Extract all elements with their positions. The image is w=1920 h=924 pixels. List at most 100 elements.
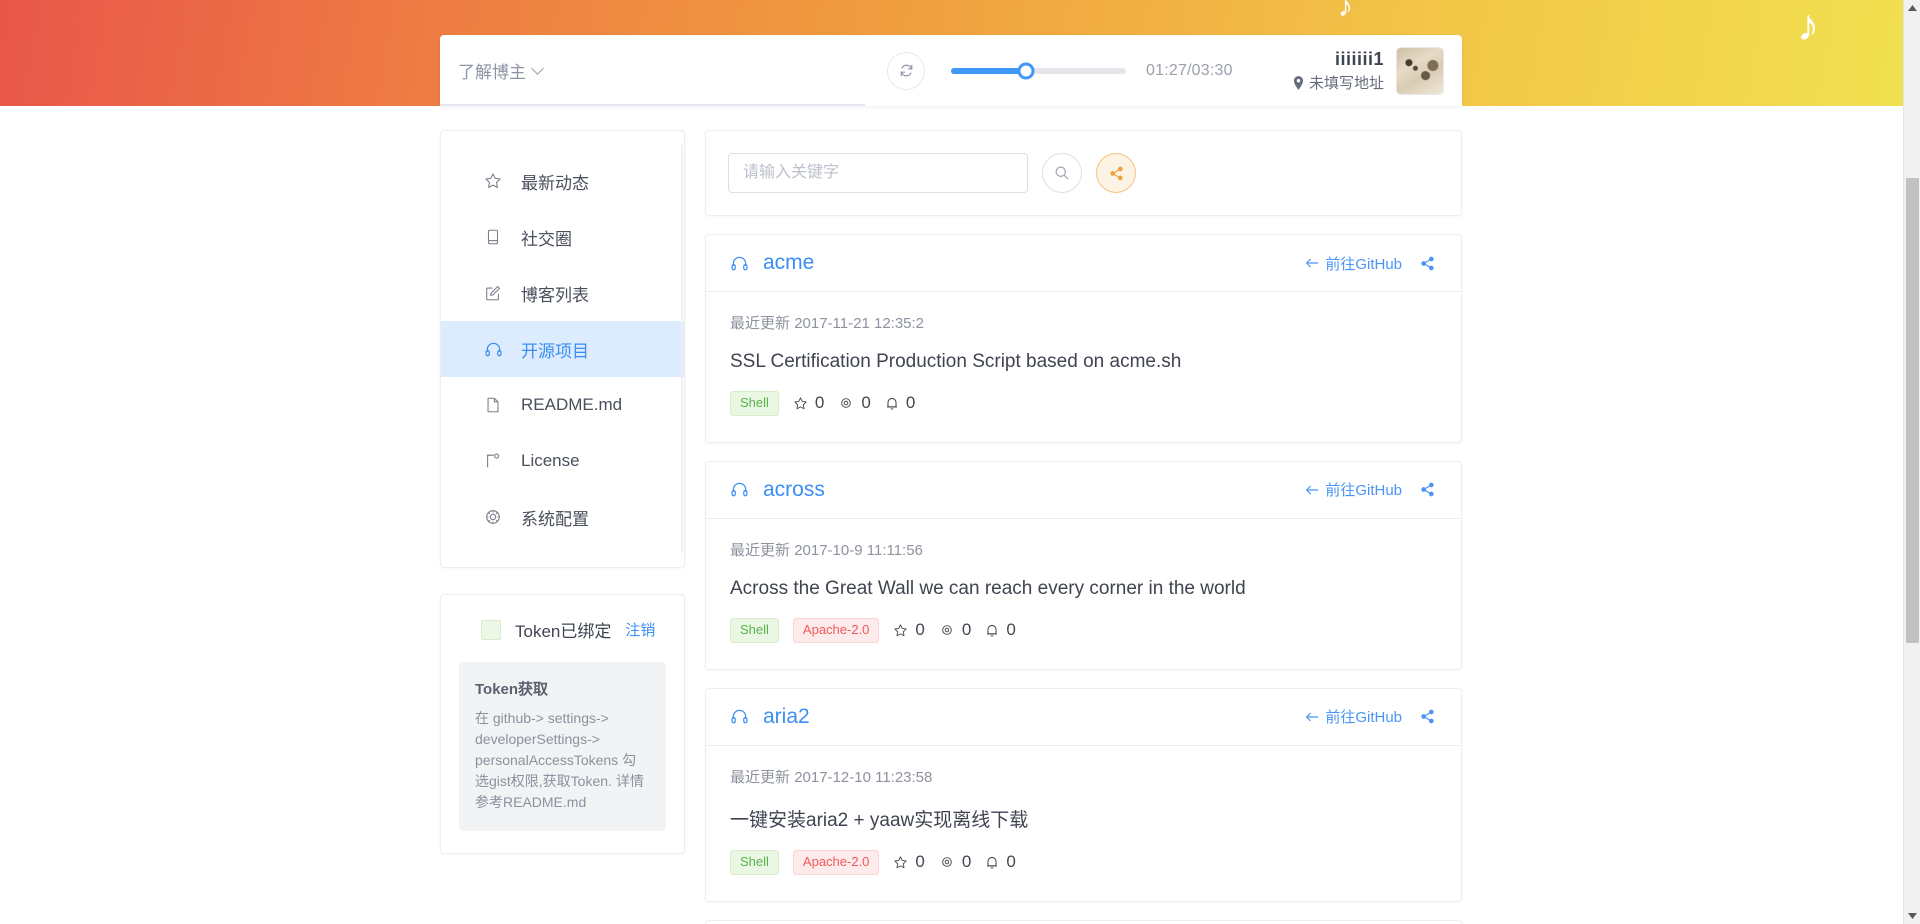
document-icon [483,395,503,415]
repo-description: 一键安装aria2 + yaaw实现离线下载 [730,805,1437,832]
music-note-icon: ♪ [1797,4,1819,48]
music-note-icon: ♪ [1338,0,1353,22]
sidebar-item-label: README.md [521,395,622,415]
repo-updated-value: 2017-12-10 11:23:58 [794,769,932,786]
page-scrollbar[interactable] [1903,0,1920,924]
share-icon[interactable] [1420,256,1435,271]
repo-license-tag: Apache-2.0 [793,850,880,875]
repo-card-body: 最近更新 2017-10-9 11:11:56 Across the Great… [706,519,1461,669]
player-left-section: 了解博主 [440,35,865,106]
goto-github-link[interactable]: 前往GitHub [1305,479,1402,500]
repo-header-actions: 前往GitHub [1305,253,1435,274]
content-area: 最新动态 社交圈 [0,106,1903,924]
repo-card-body: 最近更新 2017-11-21 12:35:2 SSL Certificatio… [706,292,1461,442]
token-help-title: Token获取 [475,678,650,699]
repo-stars-count: 0 [915,852,924,872]
share-icon[interactable] [1420,709,1435,724]
eye-icon [939,623,955,637]
playback-progress-slider[interactable] [951,68,1126,74]
goto-github-label: 前往GitHub [1325,479,1402,500]
blogger-dropdown[interactable]: 了解博主 [458,58,543,83]
share-button[interactable] [1096,153,1136,193]
sidebar-item-open-source[interactable]: 开源项目 [441,321,684,377]
sidebar-item-label: 博客列表 [521,281,589,306]
scroll-up-arrow[interactable] [1904,0,1920,17]
license-icon [483,451,503,471]
goto-github-link[interactable]: 前往GitHub [1305,253,1402,274]
sidebar-item-label: 系统配置 [521,505,589,530]
repo-card-header: acme 前往GitHub [706,235,1461,292]
repo-meta-row: Shell Apache-2.0 0 [730,850,1437,875]
sidebar-item-readme[interactable]: README.md [441,377,684,433]
sidebar-nav-card: 最新动态 社交圈 [440,130,685,568]
eye-icon [939,855,955,869]
share-icon [1109,166,1124,181]
main-column: acme 前往GitHub [705,130,1462,924]
repo-meta-row: Shell Apache-2.0 0 [730,618,1437,643]
search-icon [1054,165,1070,181]
repo-watchers-count: 0 [962,852,971,872]
repo-updated-row: 最近更新 2017-11-21 12:35:2 [730,312,1437,333]
repo-header-actions: 前往GitHub [1305,479,1435,500]
repo-meta-row: Shell 0 [730,391,1437,416]
repo-stars: 0 [893,620,924,640]
star-icon [793,396,808,411]
search-input[interactable] [728,153,1028,193]
edit-square-icon [483,283,503,303]
loop-mode-button[interactable] [887,52,925,90]
sidebar-item-latest[interactable]: 最新动态 [441,153,684,209]
playback-time: 01:27/03:30 [1146,62,1233,80]
repo-watchers: 0 [838,393,870,413]
page-root: ♪ ♪ 了解博主 01:27/03:30 [0,0,1920,924]
avatar[interactable] [1396,47,1444,95]
repo-card: acme 前往GitHub [705,234,1462,443]
goto-github-link[interactable]: 前往GitHub [1305,706,1402,727]
repo-language-tag: Shell [730,391,779,416]
location-pin-icon [1293,76,1304,90]
chevron-down-icon [533,64,543,74]
headphone-icon [730,480,749,499]
arrow-left-icon [1305,484,1319,496]
sidebar-item-system-config[interactable]: 系统配置 [441,489,684,545]
sidebar-item-label: 社交圈 [521,225,572,250]
repo-name[interactable]: acme [763,251,814,275]
user-text-block: iiiiiii1 未填写地址 [1293,48,1384,94]
bell-icon [985,623,999,638]
sidebar-item-blog-list[interactable]: 博客列表 [441,265,684,321]
repo-watchers: 0 [939,620,971,640]
repo-card-header: across 前往GitHub [706,462,1461,519]
sidebar-item-social[interactable]: 社交圈 [441,209,684,265]
repo-stars: 0 [793,393,824,413]
bell-icon [885,396,899,411]
repo-card-body: 最近更新 2017-12-10 11:23:58 一键安装aria2 + yaa… [706,746,1461,901]
sidebar: 最新动态 社交圈 [440,130,685,854]
user-info[interactable]: iiiiiii1 未填写地址 [1293,47,1462,95]
repo-card-header: aria2 前往GitHub [706,689,1461,746]
goto-github-label: 前往GitHub [1325,253,1402,274]
star-icon [893,855,908,870]
repo-name[interactable]: aria2 [763,705,810,729]
repo-description: Across the Great Wall we can reach every… [730,578,1437,600]
sidebar-item-license[interactable]: License [441,433,684,489]
star-icon [893,623,908,638]
repo-language-tag: Shell [730,618,779,643]
headphone-icon [730,707,749,726]
repo-updated-label: 最近更新 [730,315,790,332]
share-icon[interactable] [1420,482,1435,497]
repo-name[interactable]: across [763,478,825,502]
search-button[interactable] [1042,153,1082,193]
token-status-icon [481,620,501,640]
scroll-down-arrow[interactable] [1904,907,1920,924]
repo-updated-value: 2017-11-21 12:35:2 [794,315,924,332]
scrollbar-thumb[interactable] [1906,178,1919,643]
repo-watchers: 0 [939,852,971,872]
progress-knob[interactable] [1018,62,1035,79]
bell-icon [985,855,999,870]
token-logout-link[interactable]: 注销 [625,619,655,640]
repo-issues-count: 0 [1006,852,1015,872]
repo-issues: 0 [885,393,915,413]
blogger-dropdown-label: 了解博主 [458,58,526,83]
token-help-panel: Token获取 在 github-> settings-> developerS… [459,662,666,831]
arrow-left-icon [1305,257,1319,269]
repo-card: aria2 前往GitHub [705,688,1462,902]
